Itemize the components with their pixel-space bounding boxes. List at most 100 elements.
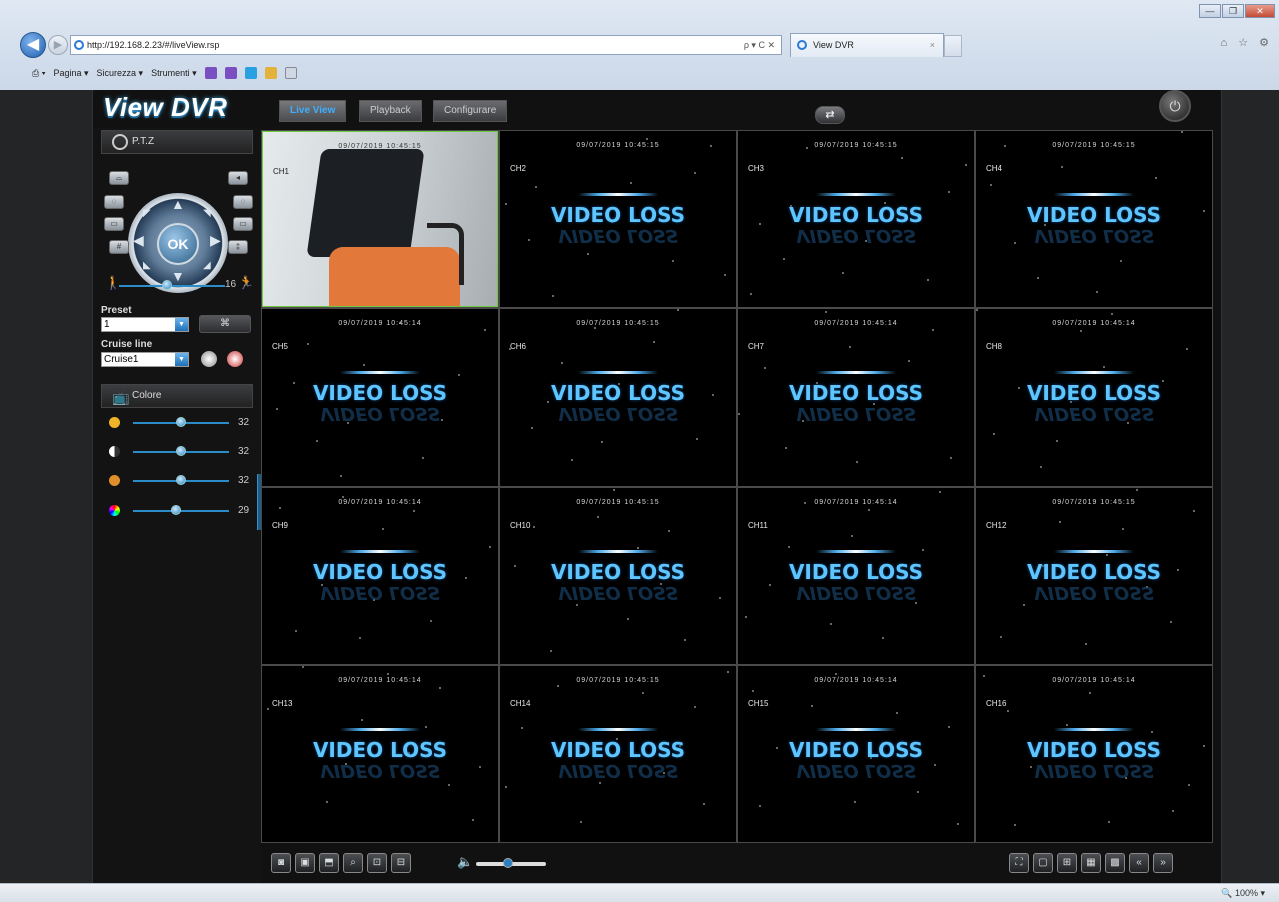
search-icon[interactable]: ⌕ — [343, 853, 363, 873]
tab-playback[interactable]: Playback — [359, 100, 422, 122]
switch-stream-button[interactable]: ⇄ — [815, 106, 845, 124]
record-icon[interactable]: ▣ — [295, 853, 315, 873]
menu-pagina[interactable]: Pagina ▾ — [53, 58, 88, 88]
menu-sicurezza[interactable]: Sicurezza ▾ — [97, 58, 144, 88]
address-controls[interactable]: ρ ▾ C ✕ — [744, 36, 775, 54]
stream-icon[interactable]: ⊟ — [391, 853, 411, 873]
save-icon[interactable]: ⬒ — [319, 853, 339, 873]
snapshot-icon[interactable]: ◙ — [271, 853, 291, 873]
contrast-slider-knob[interactable] — [176, 446, 186, 456]
video-cell[interactable]: VIDEO LOSS VIDEO LOSS 09/07/2019 10:45:14 C… — [262, 665, 498, 842]
video-cell[interactable]: VIDEO LOSS VIDEO LOSS 09/07/2019 10:45:14 C… — [738, 487, 974, 664]
speed-slider-knob[interactable] — [161, 280, 172, 290]
fullscreen-icon[interactable]: ⛶ — [1009, 853, 1029, 873]
ptz-light-icon[interactable]: ◂ — [228, 171, 248, 185]
back-button[interactable]: ◀ — [20, 32, 46, 58]
channel-label: CH2 — [510, 164, 527, 173]
video-cell[interactable]: VIDEO LOSS VIDEO LOSS 09/07/2019 10:45:14 C… — [262, 309, 498, 486]
onenote-icon[interactable] — [204, 67, 217, 79]
speed-slider[interactable] — [119, 285, 225, 287]
video-cell[interactable]: VIDEO LOSS VIDEO LOSS 09/07/2019 10:45:15 C… — [500, 487, 736, 664]
tab-close-icon[interactable]: × — [930, 34, 935, 56]
feeds-icon[interactable] — [284, 67, 297, 79]
zoom-out-icon[interactable]: ◌ — [233, 195, 253, 209]
volume-icon[interactable]: 🔈 — [457, 854, 473, 870]
video-cell[interactable]: VIDEO LOSS VIDEO LOSS 09/07/2019 10:45:15 C… — [976, 131, 1212, 308]
arrow-up-icon[interactable]: ▲ — [171, 196, 185, 212]
power-icon[interactable]: ⏻ — [1159, 90, 1191, 122]
preset-go-button[interactable]: ⌘ — [199, 315, 251, 333]
star-dot — [361, 718, 364, 721]
cruise-stop-icon[interactable] — [227, 351, 243, 367]
star-dot — [629, 182, 632, 185]
chevron-down-icon[interactable]: ▼ — [175, 318, 188, 331]
arrow-down-icon[interactable]: ▼ — [171, 268, 185, 284]
zoom-level[interactable]: 🔍 100% ▾ — [1221, 888, 1265, 899]
forward-button[interactable]: ▶ — [48, 35, 68, 55]
video-cell[interactable]: VIDEO LOSS VIDEO LOSS 09/07/2019 10:45:14 C… — [976, 309, 1212, 486]
saturation-slider-knob[interactable] — [176, 475, 186, 485]
single-view-icon[interactable]: ▢ — [1033, 853, 1053, 873]
video-cell[interactable]: VIDEO LOSS VIDEO LOSS 09/07/2019 10:45:14 C… — [976, 665, 1212, 842]
arrow-down-right-icon[interactable]: ◢ — [203, 260, 211, 271]
star-dot — [613, 489, 616, 492]
iris-close-icon[interactable]: ‡ — [228, 240, 248, 254]
research-icon[interactable] — [264, 67, 277, 79]
ptz-header[interactable]: P.T.Z — [101, 130, 253, 154]
video-cell[interactable]: VIDEO LOSS VIDEO LOSS 09/07/2019 10:45:15 C… — [500, 309, 736, 486]
quad-view-icon[interactable]: ⊞ — [1057, 853, 1077, 873]
video-cell[interactable]: VIDEO LOSS VIDEO LOSS 09/07/2019 10:45:15 C… — [738, 131, 974, 308]
zoom-in-icon[interactable]: ◌ — [104, 195, 124, 209]
star-dot — [759, 804, 762, 807]
close-window-button[interactable]: ✕ — [1245, 4, 1275, 18]
video-cell[interactable]: VIDEO LOSS VIDEO LOSS 09/07/2019 10:45:15 C… — [500, 131, 736, 308]
cruise-start-icon[interactable] — [201, 351, 217, 367]
tab-configurare[interactable]: Configurare — [433, 100, 508, 122]
volume-slider-knob[interactable] — [502, 858, 513, 868]
video-cell[interactable]: VIDEO LOSS VIDEO LOSS 09/07/2019 10:45:15 C… — [500, 665, 736, 842]
preset-select[interactable]: 1 ▼ — [101, 317, 189, 332]
display-icon[interactable]: ⊡ — [367, 853, 387, 873]
address-bar[interactable]: http://192.168.2.23/#/liveView.rsp ρ ▾ C… — [70, 35, 782, 55]
focus-far-icon[interactable]: ▭ — [233, 217, 253, 231]
hue-slider-knob[interactable] — [171, 505, 182, 515]
arrow-left-icon[interactable]: ◀ — [133, 232, 144, 249]
skype-icon[interactable] — [244, 67, 257, 79]
prev-page-icon[interactable]: « — [1129, 853, 1149, 873]
next-page-icon[interactable]: » — [1153, 853, 1173, 873]
nine-view-icon[interactable]: ▦ — [1081, 853, 1101, 873]
star-dot — [881, 637, 884, 640]
browser-tab[interactable]: View DVR × — [790, 33, 944, 57]
ptz-wiper-icon[interactable]: ⌓ — [109, 171, 129, 185]
video-cell[interactable]: VIDEO LOSS VIDEO LOSS 09/07/2019 10:45:14 C… — [262, 487, 498, 664]
color-header[interactable]: 📺 Colore — [101, 384, 253, 408]
star-dot — [752, 690, 755, 693]
arrow-up-left-icon[interactable]: ◤ — [143, 208, 151, 219]
sixteen-view-icon[interactable]: ▩ — [1105, 853, 1125, 873]
menu-strumenti[interactable]: Strumenti ▾ — [151, 58, 197, 88]
ptz-ok-button[interactable]: OK — [157, 223, 199, 265]
hue-slider[interactable] — [133, 510, 229, 512]
onenote-linked-icon[interactable] — [224, 67, 237, 79]
star-dot — [413, 510, 416, 513]
video-cell[interactable]: VIDEO LOSS VIDEO LOSS 09/07/2019 10:45:14 C… — [738, 665, 974, 842]
favorites-icons[interactable]: ⌂ ☆ ⚙ — [1221, 36, 1273, 49]
minimize-button[interactable]: — — [1199, 4, 1221, 18]
arrow-down-left-icon[interactable]: ◣ — [143, 260, 151, 271]
arrow-up-right-icon[interactable]: ◥ — [203, 208, 211, 219]
chevron-down-icon[interactable]: ▼ — [175, 353, 188, 366]
video-cell[interactable]: VIDEO LOSS VIDEO LOSS 09/07/2019 10:45:15 C… — [976, 487, 1212, 664]
tab-live-view[interactable]: Live View — [279, 100, 347, 122]
print-icon[interactable]: ⎙ ▾ — [32, 58, 45, 88]
channel-label: CH11 — [748, 520, 768, 530]
brightness-slider-knob[interactable] — [176, 417, 186, 427]
iris-open-icon[interactable]: # — [109, 240, 129, 254]
maximize-button[interactable]: ❐ — [1222, 4, 1244, 18]
arrow-right-icon[interactable]: ▶ — [210, 232, 221, 249]
video-cell[interactable]: VIDEO LOSS VIDEO LOSS 09/07/2019 10:45:14 C… — [738, 309, 974, 486]
new-tab-button[interactable] — [944, 35, 962, 57]
video-cell[interactable]: 09/07/2019 10:45:15 CH1 — [262, 131, 498, 308]
cruise-select[interactable]: Cruise1 ▼ — [101, 352, 189, 367]
video-loss-label: VIDEO LOSS — [788, 381, 924, 406]
focus-near-icon[interactable]: ▭ — [104, 217, 124, 231]
